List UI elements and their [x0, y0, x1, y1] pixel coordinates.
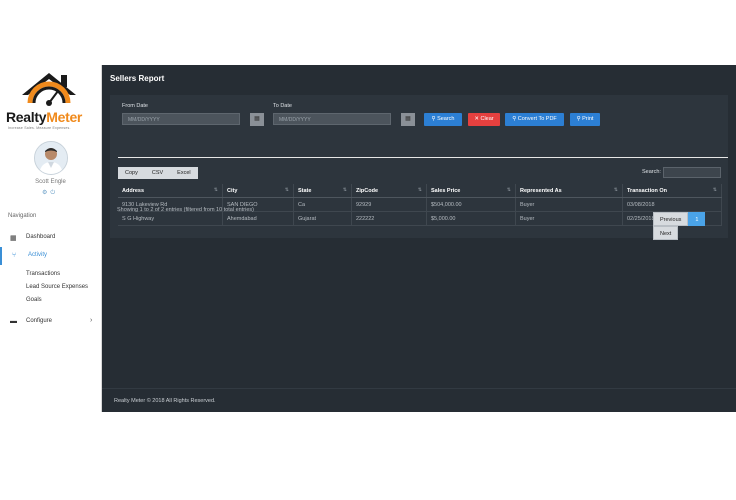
chevron-right-icon: ›: [90, 317, 93, 324]
column-header-state[interactable]: State ⇅: [293, 184, 352, 198]
sidebar-subitem-lead-source-expenses[interactable]: Lead Source Expenses: [26, 284, 88, 290]
sellers-table: Address ⇅ City ⇅ State ⇅ ZipCode ⇅ Sales Pri…: [118, 184, 722, 226]
copy-button[interactable]: Copy: [118, 167, 145, 179]
next-page-button[interactable]: Next: [653, 226, 679, 240]
pagination: Previous 1 Next: [653, 212, 728, 240]
footer-text: Realty Meter © 2018 All Rights Reserved.: [114, 398, 216, 404]
previous-page-button[interactable]: Previous: [653, 212, 689, 226]
table-cell: Buyer: [515, 197, 623, 212]
column-header-label: State: [298, 187, 312, 194]
table-cell: Ca: [293, 197, 352, 212]
sidebar-subitem-goals[interactable]: Goals: [26, 297, 42, 303]
column-header-address[interactable]: Address ⇅: [118, 184, 223, 198]
column-header-label: Address: [122, 187, 145, 194]
clear-button[interactable]: ✕ Clear: [468, 113, 500, 126]
sort-icon: ⇅: [284, 187, 289, 193]
user-actions: ⚙⏻: [42, 189, 58, 197]
column-header-label: Transaction On: [627, 187, 668, 194]
table-cell: 03/08/2018: [622, 197, 722, 212]
table-search-input[interactable]: [663, 167, 721, 178]
excel-button[interactable]: Excel: [170, 167, 197, 179]
search-icon: ⚲: [576, 116, 581, 122]
brand-name-main: Realty: [6, 109, 47, 125]
activity-icon: ⑂: [12, 252, 17, 259]
csv-button[interactable]: CSV: [145, 167, 170, 179]
config-icon: ▬: [10, 318, 17, 325]
column-header-transaction-on[interactable]: Transaction On ⇅: [622, 184, 722, 198]
report-panel: From Date MM/DD/YYYY ▦ To Date MM/DD/YYY…: [110, 95, 728, 240]
convert-to-pdf-button[interactable]: ⚲ Convert To PDF: [505, 113, 564, 126]
table-cell: Gujarat: [293, 211, 352, 226]
main-content: Sellers Report From Date MM/DD/YYYY ▦ To…: [102, 65, 736, 412]
brand-name: RealtyMeter: [6, 109, 82, 125]
search-icon: ⚲: [512, 116, 517, 122]
table-cell: 222222: [351, 211, 427, 226]
from-date-label: From Date: [122, 103, 148, 109]
sidebar-item-label: Activity: [28, 252, 48, 258]
user-photo-icon: [35, 142, 67, 174]
calendar-icon[interactable]: ▦: [250, 113, 264, 126]
sort-icon: ⇅: [342, 187, 347, 193]
search-icon: ⚲: [431, 116, 436, 122]
grid-icon: ▦: [10, 235, 17, 242]
column-header-zipcode[interactable]: ZipCode ⇅: [351, 184, 427, 198]
sort-icon: ⇅: [712, 187, 717, 193]
table-cell: $504,000.00: [426, 197, 516, 212]
sidebar-item-label: Dashboard: [26, 234, 56, 240]
brand-logo[interactable]: RealtyMeter Increase Sales. Measure Expe…: [6, 69, 94, 131]
column-header-sales-price[interactable]: Sales Price ⇅: [426, 184, 516, 198]
table-header-row: Address ⇅ City ⇅ State ⇅ ZipCode ⇅ Sales Pri…: [118, 184, 722, 198]
page-1-button[interactable]: 1: [688, 212, 706, 226]
column-header-city[interactable]: City ⇅: [222, 184, 294, 198]
sidebar-item-activity[interactable]: ⑂ Activity: [0, 247, 102, 265]
sort-icon: ⇅: [213, 187, 218, 193]
sidebar: RealtyMeter Increase Sales. Measure Expe…: [0, 65, 102, 412]
column-header-label: Sales Price: [431, 187, 461, 194]
table-cell: Buyer: [515, 211, 623, 226]
table-search-label: Search:: [642, 169, 661, 175]
table-cell: Ahemdabad: [222, 211, 294, 226]
search-button-label: Search: [437, 116, 455, 122]
user-name: Scott Engle: [35, 179, 66, 185]
column-header-represented-as[interactable]: Represented As ⇅: [515, 184, 623, 198]
brand-tagline: Increase Sales. Measure Expenses.: [8, 126, 71, 130]
convert-to-pdf-label: Convert To PDF: [517, 116, 557, 122]
sidebar-item-dashboard[interactable]: ▦ Dashboard: [0, 229, 100, 247]
column-header-label: Represented As: [520, 187, 562, 194]
brand-name-accent: Meter: [46, 109, 83, 125]
nav-heading: Navigation: [8, 213, 37, 219]
page-title: Sellers Report: [110, 74, 165, 83]
footer-divider: [102, 388, 736, 389]
search-button[interactable]: ⚲ Search: [424, 113, 462, 126]
sort-icon: ⇅: [417, 187, 422, 193]
clear-button-label: Clear: [480, 116, 494, 122]
house-logo-icon: [22, 73, 76, 106]
to-date-input[interactable]: MM/DD/YYYY: [273, 113, 391, 125]
column-header-label: ZipCode: [356, 187, 378, 194]
to-date-label: To Date: [273, 103, 292, 109]
calendar-icon[interactable]: ▦: [401, 113, 415, 126]
column-header-label: City: [227, 187, 238, 194]
table-cell: $5,000.00: [426, 211, 516, 226]
table-row: S G Highway Ahemdabad Gujarat 222222 $5,…: [118, 211, 722, 226]
sidebar-subitem-transactions[interactable]: Transactions: [26, 271, 60, 277]
export-buttons: Copy CSV Excel: [118, 167, 198, 179]
table-info: Showing 1 to 2 of 2 entries (filtered fr…: [117, 207, 254, 213]
sidebar-item-label: Configure: [26, 318, 53, 324]
table-cell: 92929: [351, 197, 427, 212]
sidebar-item-configure[interactable]: ▬ Configure ›: [0, 313, 100, 331]
print-button[interactable]: ⚲ Print: [570, 113, 600, 126]
print-button-label: Print: [582, 116, 594, 122]
from-date-input[interactable]: MM/DD/YYYY: [122, 113, 240, 125]
power-icon[interactable]: ⏻: [50, 190, 58, 196]
table-cell: S G Highway: [118, 211, 223, 226]
app-window: RealtyMeter Increase Sales. Measure Expe…: [0, 65, 736, 412]
sort-icon: ⇅: [506, 187, 511, 193]
avatar[interactable]: [34, 141, 68, 175]
close-icon: ✕: [474, 116, 479, 122]
sort-icon: ⇅: [613, 187, 618, 193]
divider: [118, 157, 728, 158]
